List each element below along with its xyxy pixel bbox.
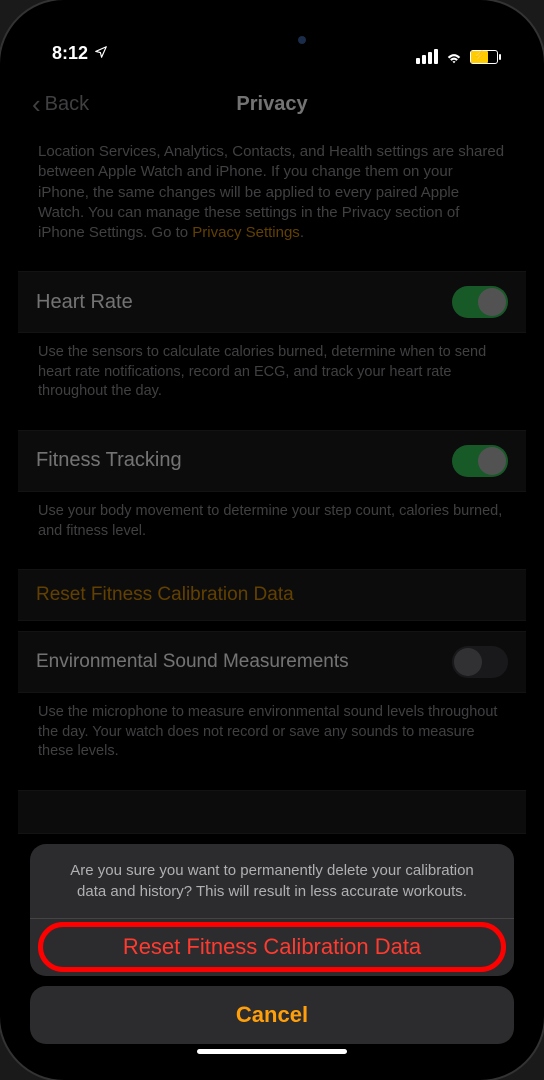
reset-calibration-confirm-label: Reset Fitness Calibration Data — [123, 934, 421, 959]
row-env-sound[interactable]: Environmental Sound Measurements — [18, 631, 526, 693]
action-sheet-message: Are you sure you want to permanently del… — [30, 844, 514, 918]
status-left: 8:12 — [52, 43, 108, 64]
status-right: ⚡ — [416, 49, 498, 64]
section-heart-rate: Heart Rate Use the sensors to calculate … — [18, 271, 526, 420]
notch — [172, 18, 372, 48]
wifi-icon — [444, 50, 464, 64]
section-env-sound: Environmental Sound Measurements Use the… — [18, 631, 526, 780]
content: Location Services, Analytics, Contacts, … — [18, 132, 526, 863]
row-fitness-tracking[interactable]: Fitness Tracking — [18, 430, 526, 492]
screen: 8:12 ⚡ ‹ Back Privacy — [18, 18, 526, 1062]
heart-rate-toggle[interactable] — [452, 286, 508, 318]
cancel-button[interactable]: Cancel — [30, 986, 514, 1044]
fitness-tracking-footer: Use your body movement to determine your… — [18, 492, 526, 559]
heart-rate-footer: Use the sensors to calculate calories bu… — [18, 333, 526, 420]
charging-bolt-icon: ⚡ — [473, 52, 485, 62]
action-sheet-group: Are you sure you want to permanently del… — [30, 844, 514, 977]
env-sound-label: Environmental Sound Measurements — [36, 651, 349, 673]
chevron-left-icon: ‹ — [32, 91, 41, 117]
row-peek — [18, 790, 526, 834]
fitness-tracking-label: Fitness Tracking — [36, 449, 182, 472]
reset-calibration-label: Reset Fitness Calibration Data — [36, 584, 294, 606]
env-sound-footer: Use the microphone to measure environmen… — [18, 693, 526, 780]
nav-bar: ‹ Back Privacy — [18, 76, 526, 132]
heart-rate-label: Heart Rate — [36, 291, 133, 314]
back-label: Back — [45, 93, 89, 116]
home-indicator[interactable] — [197, 1049, 347, 1054]
cancel-label: Cancel — [236, 1002, 308, 1027]
battery-icon: ⚡ — [470, 50, 498, 64]
toggle-knob — [478, 447, 506, 475]
back-button[interactable]: ‹ Back — [32, 91, 89, 117]
location-arrow-icon — [94, 43, 108, 64]
privacy-settings-link[interactable]: Privacy Settings — [192, 224, 300, 241]
section-fitness-tracking: Fitness Tracking Use your body movement … — [18, 430, 526, 559]
section-reset-calibration: Reset Fitness Calibration Data — [18, 569, 526, 621]
page-title: Privacy — [236, 93, 307, 116]
toggle-knob — [454, 648, 482, 676]
row-reset-calibration[interactable]: Reset Fitness Calibration Data — [18, 569, 526, 621]
fitness-tracking-toggle[interactable] — [452, 445, 508, 477]
action-sheet: Are you sure you want to permanently del… — [30, 844, 514, 1045]
intro-tail: . — [300, 224, 304, 241]
intro-text: Location Services, Analytics, Contacts, … — [18, 140, 526, 261]
cellular-signal-icon — [416, 49, 438, 64]
phone-frame: 8:12 ⚡ ‹ Back Privacy — [0, 0, 544, 1080]
toggle-knob — [478, 288, 506, 316]
reset-calibration-confirm-button[interactable]: Reset Fitness Calibration Data — [30, 918, 514, 976]
status-time: 8:12 — [52, 43, 88, 64]
env-sound-toggle[interactable] — [452, 646, 508, 678]
row-heart-rate[interactable]: Heart Rate — [18, 271, 526, 333]
